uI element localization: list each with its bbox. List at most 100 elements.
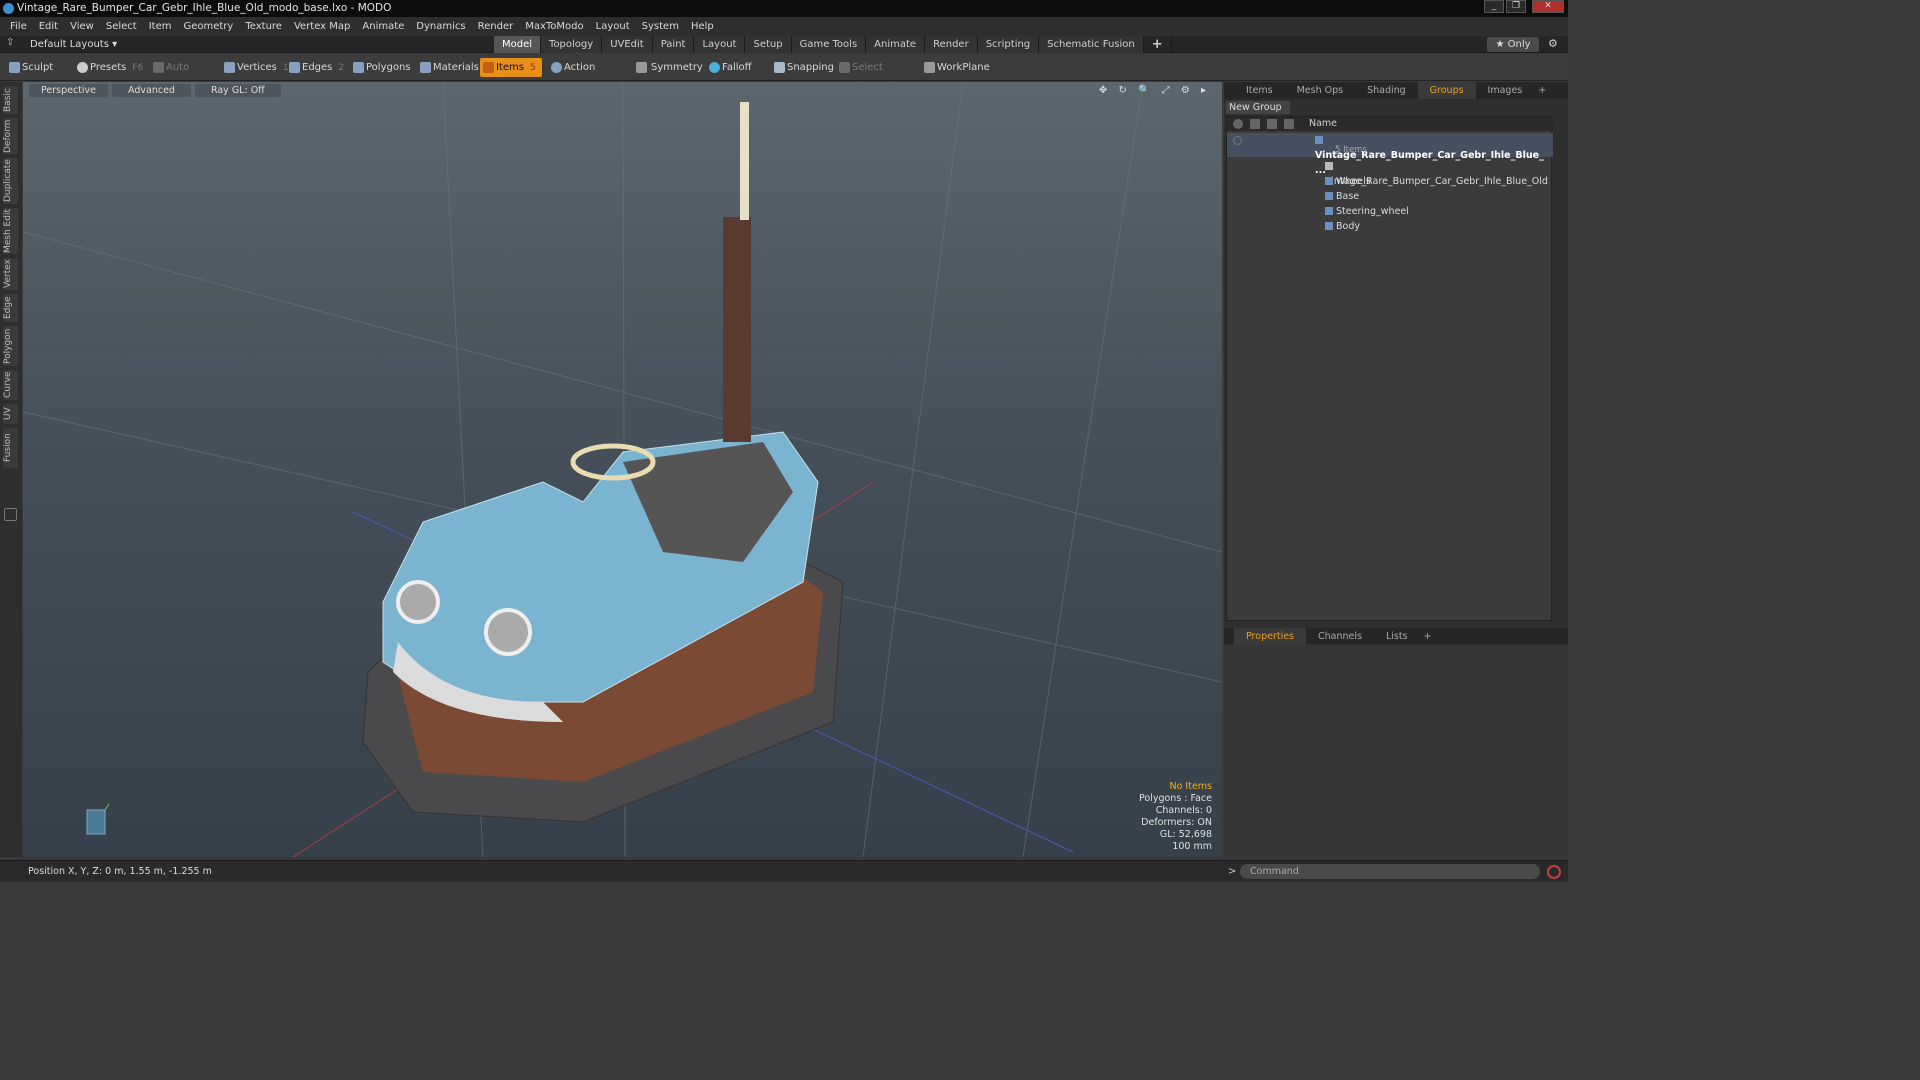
tab-shading[interactable]: Shading bbox=[1355, 82, 1418, 99]
menu-edit[interactable]: Edit bbox=[33, 17, 64, 36]
tab-uvedit[interactable]: UVEdit bbox=[602, 36, 653, 53]
menu-geometry[interactable]: Geometry bbox=[177, 17, 239, 36]
action-center-button[interactable]: Action Center bbox=[548, 58, 626, 92]
title-bar: Vintage_Rare_Bumper_Car_Gebr_Ihle_Blue_O… bbox=[0, 0, 1568, 17]
items-button[interactable]: Items 5 bbox=[480, 58, 542, 77]
add-panel-tab-button[interactable]: + bbox=[1534, 82, 1550, 99]
viewport-scene bbox=[23, 82, 1222, 857]
tab-setup[interactable]: Setup bbox=[745, 36, 792, 53]
tab-schematic-fusion[interactable]: Schematic Fusion bbox=[1039, 36, 1144, 53]
menu-vertex-map[interactable]: Vertex Map bbox=[288, 17, 356, 36]
vtab-mesh-edit[interactable]: Mesh Edit bbox=[3, 208, 18, 254]
strip-toggle-button[interactable] bbox=[4, 508, 17, 521]
list-item-label: Steering_wheel bbox=[1325, 204, 1409, 219]
close-button[interactable]: ✕ bbox=[1532, 0, 1564, 13]
tab-items[interactable]: Items bbox=[1234, 82, 1285, 99]
menu-item[interactable]: Item bbox=[143, 17, 178, 36]
maximize-button[interactable]: ❐ bbox=[1506, 0, 1526, 13]
tab-channels[interactable]: Channels bbox=[1306, 628, 1374, 645]
tab-paint[interactable]: Paint bbox=[652, 36, 695, 53]
add-tab-button[interactable]: + bbox=[1144, 36, 1172, 53]
raygl-toggle-button[interactable]: Ray GL: Off bbox=[194, 84, 281, 97]
name-column-header[interactable]: Name bbox=[1309, 117, 1337, 131]
list-item[interactable]: Body bbox=[1227, 219, 1553, 234]
workplane-button[interactable]: WorkPlane bbox=[921, 58, 990, 77]
menu-system[interactable]: System bbox=[636, 17, 685, 36]
shading-mode-button[interactable]: Advanced bbox=[112, 84, 191, 97]
vtab-basic[interactable]: Basic bbox=[3, 86, 18, 114]
tab-groups[interactable]: Groups bbox=[1417, 82, 1476, 99]
list-item[interactable]: Base bbox=[1227, 189, 1553, 204]
vertices-button[interactable]: Vertices 1 bbox=[221, 58, 289, 77]
eye-icon[interactable] bbox=[1233, 136, 1242, 145]
items-count: 5 bbox=[529, 63, 536, 73]
menu-render[interactable]: Render bbox=[472, 17, 520, 36]
list-item-label: Base bbox=[1325, 189, 1359, 204]
sculpt-button[interactable]: Sculpt bbox=[6, 58, 68, 77]
bumper-car-model[interactable] bbox=[362, 102, 844, 823]
list-item[interactable]: Wheels bbox=[1227, 174, 1553, 189]
group-root-row[interactable]: Vintage_Rare_Bumper_Car_Gebr_Ihle_Blue_ … bbox=[1227, 133, 1553, 176]
polygons-button[interactable]: Polygons bbox=[350, 58, 411, 77]
menu-texture[interactable]: Texture bbox=[239, 17, 288, 36]
vtab-duplicate[interactable]: Duplicate bbox=[3, 158, 18, 204]
menu-view[interactable]: View bbox=[64, 17, 100, 36]
auto-select-button[interactable]: Auto Select bbox=[150, 58, 218, 92]
symmetry-button[interactable]: Symmetry bbox=[633, 58, 703, 77]
snapping-button[interactable]: Snapping bbox=[771, 58, 834, 77]
list-item-label: Body bbox=[1325, 219, 1360, 234]
edges-button[interactable]: Edges 2 bbox=[286, 58, 348, 77]
tab-game-tools[interactable]: Game Tools bbox=[791, 36, 867, 53]
menu-maxtomodo[interactable]: MaxToModo bbox=[519, 17, 589, 36]
tab-mesh-ops[interactable]: Mesh Ops bbox=[1285, 82, 1356, 99]
snapping-label: Snapping bbox=[787, 62, 834, 73]
presets-label: Presets bbox=[90, 62, 127, 73]
tab-lists[interactable]: Lists bbox=[1374, 628, 1420, 645]
menu-dynamics[interactable]: Dynamics bbox=[410, 17, 471, 36]
command-input[interactable]: Command bbox=[1240, 864, 1540, 879]
list-item[interactable]: Vintage_Rare_Bumper_Car_Gebr_Ihle_Blue_O… bbox=[1227, 159, 1553, 187]
add-props-tab-button[interactable]: + bbox=[1420, 628, 1436, 645]
vtab-polygon[interactable]: Polygon bbox=[3, 326, 18, 366]
falloff-button[interactable]: Falloff bbox=[706, 58, 758, 77]
layout-selector[interactable]: Default Layouts ▾ bbox=[30, 36, 117, 53]
select-through-button[interactable]: Select Through bbox=[836, 58, 916, 92]
tab-model[interactable]: Model bbox=[494, 36, 542, 53]
menu-select[interactable]: Select bbox=[100, 17, 143, 36]
layout-up-arrow-icon[interactable]: ⇪ bbox=[6, 37, 14, 48]
3d-viewport[interactable]: Perspective Advanced Ray GL: Off ✥ ↻ 🔍 ⤢… bbox=[23, 82, 1222, 857]
menu-layout[interactable]: Layout bbox=[590, 17, 636, 36]
group-item-count: 5 Items bbox=[1335, 145, 1367, 155]
menu-help[interactable]: Help bbox=[685, 17, 720, 36]
list-item[interactable]: Steering_wheel bbox=[1227, 204, 1553, 219]
view-mode-button[interactable]: Perspective bbox=[29, 84, 109, 97]
materials-button[interactable]: Materials bbox=[417, 58, 479, 77]
tab-images[interactable]: Images bbox=[1476, 82, 1535, 99]
window-title: Vintage_Rare_Bumper_Car_Gebr_Ihle_Blue_O… bbox=[17, 2, 392, 14]
tab-properties[interactable]: Properties bbox=[1234, 628, 1307, 645]
menu-animate[interactable]: Animate bbox=[356, 17, 410, 36]
tab-topology[interactable]: Topology bbox=[541, 36, 603, 53]
tab-layout[interactable]: Layout bbox=[694, 36, 746, 53]
tab-animate[interactable]: Animate bbox=[866, 36, 926, 53]
vtab-curve[interactable]: Curve bbox=[3, 370, 18, 400]
viewport-nav-icons[interactable]: ✥ ↻ 🔍 ⤢ ⚙ ▸ bbox=[1099, 85, 1210, 96]
minimize-button[interactable]: _ bbox=[1484, 0, 1504, 13]
record-icon[interactable] bbox=[1547, 865, 1561, 879]
tab-render[interactable]: Render bbox=[925, 36, 978, 53]
vtab-uv[interactable]: UV bbox=[3, 404, 18, 424]
items-label: Items bbox=[496, 62, 524, 73]
status-bar: Position X, Y, Z: 0 m, 1.55 m, -1.255 m … bbox=[0, 860, 1568, 882]
vtab-edge[interactable]: Edge bbox=[3, 294, 18, 322]
mesh-icon bbox=[1325, 222, 1333, 230]
vtab-fusion[interactable]: Fusion bbox=[3, 428, 18, 468]
menu-file[interactable]: File bbox=[4, 17, 33, 36]
presets-button[interactable]: Presets F6 bbox=[74, 58, 143, 77]
tab-scripting[interactable]: Scripting bbox=[977, 36, 1040, 53]
new-group-button[interactable]: New Group bbox=[1226, 101, 1290, 114]
vtab-deform[interactable]: Deform bbox=[3, 118, 18, 154]
axis-gizmo bbox=[86, 803, 110, 835]
vtab-vertex[interactable]: Vertex bbox=[3, 258, 18, 290]
gear-icon[interactable]: ⚙ bbox=[1548, 37, 1558, 50]
only-toggle-button[interactable]: ★ Only bbox=[1487, 37, 1539, 52]
